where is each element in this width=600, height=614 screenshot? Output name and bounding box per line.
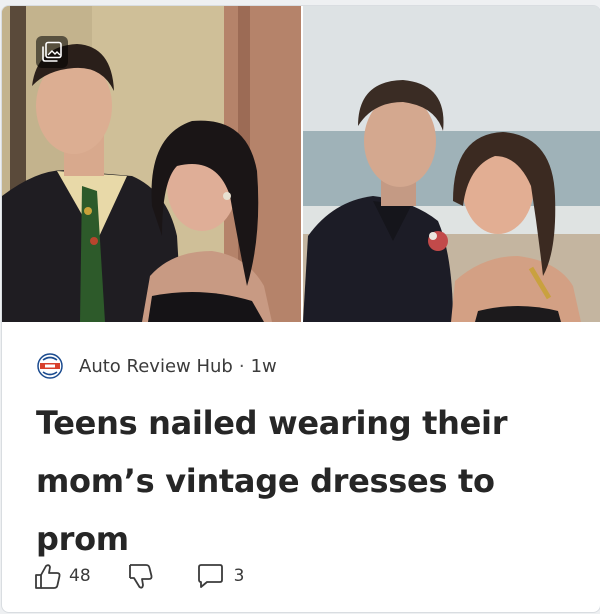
dislike-button[interactable]	[125, 561, 155, 591]
source-name[interactable]: Auto Review Hub	[79, 356, 233, 377]
card-meta: Auto Review Hub · 1w	[36, 351, 277, 381]
card-actions: 48 3	[32, 556, 244, 596]
globe-badge-icon[interactable]	[36, 352, 64, 380]
like-count: 48	[69, 566, 91, 586]
image-gallery-icon[interactable]	[36, 36, 68, 68]
thumbs-down-icon	[128, 564, 153, 589]
meta-separator: ·	[238, 355, 245, 377]
news-card[interactable]: Auto Review Hub · 1w Teens nailed wearin…	[1, 5, 600, 613]
comment-count: 3	[233, 566, 245, 586]
article-headline[interactable]: Teens nailed wearing their mom’s vintage…	[36, 394, 576, 568]
comment-button[interactable]: 3	[195, 561, 245, 591]
card-media[interactable]	[2, 6, 600, 322]
post-age: 1w	[250, 355, 277, 377]
thumbs-up-icon	[35, 564, 61, 589]
photo-modern-prom-couple	[303, 6, 600, 322]
speech-bubble-icon	[197, 564, 223, 588]
like-button[interactable]: 48	[32, 561, 91, 591]
